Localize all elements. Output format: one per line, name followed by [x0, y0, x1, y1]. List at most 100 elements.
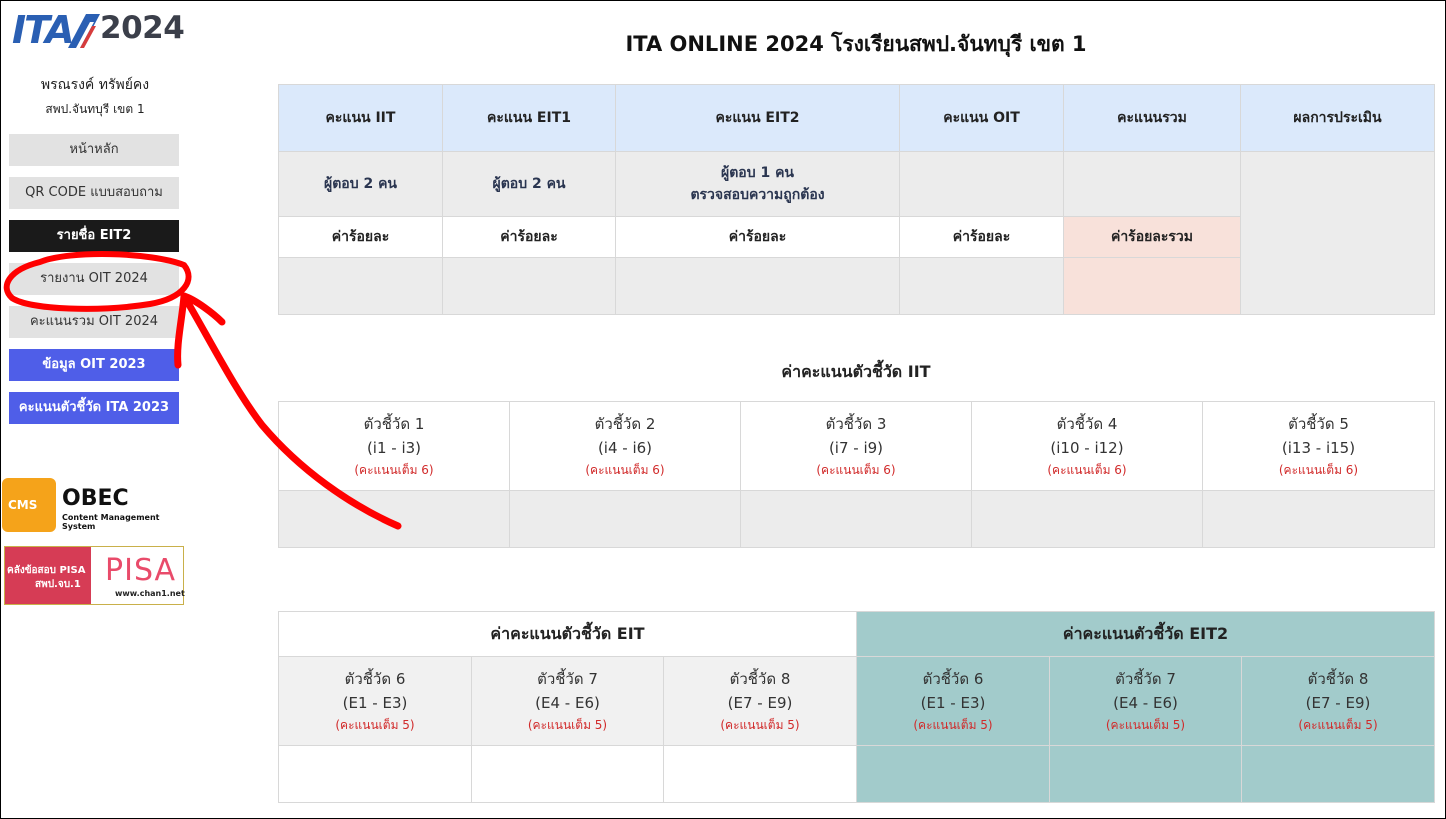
obec-cms-banner[interactable]: CMS OBEC Content Management System: [2, 478, 192, 534]
nav-qr-code[interactable]: QR CODE แบบสอบถาม: [9, 177, 179, 209]
indicator-range: (i13 - i15): [1281, 439, 1356, 457]
obec-subtitle: Content Management System: [62, 513, 160, 531]
indicator-name: ตัวชี้วัด 7: [537, 670, 598, 688]
eit2-percent-label: ค่าร้อยละ: [615, 216, 900, 258]
cms-letters: CMS: [8, 498, 38, 512]
indicator-full-score: (คะแนนเต็ม 5): [527, 718, 608, 732]
eit-indicator-6-value: [278, 745, 472, 803]
indicator-range: (E1 - E3): [342, 694, 408, 712]
pisa-line2: สพป.จบ.1: [35, 579, 81, 590]
eit1-percent-label: ค่าร้อยละ: [442, 216, 616, 258]
indicator-name: ตัวชี้วัด 4: [1056, 415, 1118, 433]
eit2-indicator-6-value: [856, 745, 1050, 803]
header-iit-score: คะแนน IIT: [278, 84, 443, 152]
eit-indicator-6: ตัวชี้วัด 6 (E1 - E3) (คะแนนเต็ม 5): [278, 656, 472, 746]
iit-indicator-4-value: [971, 490, 1203, 548]
eit2-verify-link[interactable]: ตรวจสอบความถูกต้อง: [690, 187, 824, 203]
nav-home[interactable]: หน้าหลัก: [9, 134, 179, 166]
indicator-range: (i1 - i3): [366, 439, 422, 457]
logo-year: 2024: [100, 10, 185, 46]
indicator-full-score: (คะแนนเต็ม 6): [816, 463, 896, 477]
cms-logo-icon: CMS: [2, 478, 56, 532]
iit-indicator-table: ตัวชี้วัด 1 (i1 - i3) (คะแนนเต็ม 6) ตัวช…: [278, 401, 1435, 548]
flag-icon: [68, 14, 100, 48]
eit2-indicator-6: ตัวชี้วัด 6 (E1 - E3) (คะแนนเต็ม 5): [856, 656, 1050, 746]
header-oit-score: คะแนน OIT: [899, 84, 1064, 152]
user-org: สพป.จันทบุรี เขต 1: [45, 102, 145, 116]
eit2-respondent-count: ผู้ตอบ 1 คน: [720, 165, 794, 181]
indicator-range: (E1 - E3): [920, 694, 986, 712]
total-percent-label: ค่าร้อยละรวม: [1063, 216, 1241, 258]
iit-indicator-2-value: [509, 490, 741, 548]
total-respondents: [1063, 151, 1241, 217]
eit-indicator-7: ตัวชี้วัด 7 (E4 - E6) (คะแนนเต็ม 5): [471, 656, 664, 746]
ita-logo[interactable]: ITA 2024: [12, 8, 185, 52]
pisa-word: PISA: [105, 553, 177, 588]
indicator-full-score: (คะแนนเต็ม 5): [1298, 718, 1378, 732]
score-summary-table: คะแนน IIT คะแนน EIT1 คะแนน EIT2 คะแนน OI…: [278, 84, 1435, 315]
eit2-indicator-7: ตัวชี้วัด 7 (E4 - E6) (คะแนนเต็ม 5): [1049, 656, 1242, 746]
eit2-indicator-8-value: [1240, 745, 1436, 803]
nav-oit-total-2024[interactable]: คะแนนรวม OIT 2024: [9, 306, 179, 338]
indicator-name: ตัวชี้วัด 6: [922, 670, 984, 688]
oit-percent-value: [899, 257, 1064, 315]
eit1-percent-value: [442, 257, 616, 315]
header-eit2-score: คะแนน EIT2: [615, 84, 900, 152]
iit-percent-value: [278, 257, 443, 315]
header-total-score: คะแนนรวม: [1063, 84, 1241, 152]
eit2-indicator-7-value: [1049, 745, 1242, 803]
pisa-url: www.chan1.net: [115, 589, 185, 598]
obec-title: OBEC: [62, 486, 129, 511]
iit-indicator-5-value: [1202, 490, 1435, 548]
iit-indicator-2: ตัวชี้วัด 2 (i4 - i6) (คะแนนเต็ม 6): [509, 401, 741, 491]
indicator-range: (i10 - i12): [1050, 439, 1124, 457]
indicator-name: ตัวชี้วัด 8: [729, 670, 791, 688]
indicator-range: (i7 - i9): [828, 439, 884, 457]
indicator-name: ตัวชี้วัด 3: [825, 415, 887, 433]
indicator-name: ตัวชี้วัด 1: [363, 415, 425, 433]
pisa-line1: คลังข้อสอบ PISA: [7, 565, 86, 576]
eit2-percent-value: [615, 257, 900, 315]
eit-indicator-8: ตัวชี้วัด 8 (E7 - E9) (คะแนนเต็ม 5): [663, 656, 857, 746]
indicator-full-score: (คะแนนเต็ม 6): [585, 463, 665, 477]
iit-indicator-4: ตัวชี้วัด 4 (i10 - i12) (คะแนนเต็ม 6): [971, 401, 1203, 491]
page-title: ITA ONLINE 2024 โรงเรียนสพป.จันทบุรี เขต…: [625, 32, 1087, 56]
iit-percent-label: ค่าร้อยละ: [278, 216, 443, 258]
indicator-full-score: (คะแนนเต็ม 5): [720, 718, 800, 732]
header-evaluation: ผลการประเมิน: [1240, 84, 1435, 152]
indicator-full-score: (คะแนนเต็ม 6): [1278, 463, 1359, 477]
nav-oit-report-2024[interactable]: รายงาน OIT 2024: [9, 263, 179, 295]
indicator-range: (E4 - E6): [1113, 694, 1178, 712]
indicator-name: ตัวชี้วัด 6: [344, 670, 406, 688]
oit-percent-label: ค่าร้อยละ: [899, 216, 1064, 258]
nav-eit2-list[interactable]: รายชื่อ EIT2: [9, 220, 179, 252]
header-eit1-score: คะแนน EIT1: [442, 84, 616, 152]
iit-indicator-3-value: [740, 490, 972, 548]
indicator-name: ตัวชี้วัด 5: [1288, 415, 1349, 433]
pisa-banner[interactable]: คลังข้อสอบ PISA สพป.จบ.1 PISA www.chan1.…: [4, 546, 185, 605]
iit-indicator-1-value: [278, 490, 510, 548]
eit2-section-title: ค่าคะแนนตัวชี้วัด EIT2: [855, 611, 1436, 657]
nav-oit-2023[interactable]: ข้อมูล OIT 2023: [9, 349, 179, 381]
eit-indicator-8-value: [663, 745, 857, 803]
eit-indicator-7-value: [471, 745, 664, 803]
pisa-label-block: คลังข้อสอบ PISA สพป.จบ.1: [5, 547, 91, 604]
indicator-full-score: (คะแนนเต็ม 5): [335, 718, 415, 732]
evaluation-result: [1240, 151, 1435, 315]
iit-indicator-1: ตัวชี้วัด 1 (i1 - i3) (คะแนนเต็ม 6): [278, 401, 510, 491]
indicator-full-score: (คะแนนเต็ม 6): [354, 463, 434, 477]
oit-respondents: [899, 151, 1064, 217]
indicator-range: (E7 - E9): [727, 694, 793, 712]
logo-brand: ITA: [12, 8, 75, 52]
nav-ita-indicators-2023[interactable]: คะแนนตัวชี้วัด ITA 2023: [9, 392, 179, 424]
indicator-full-score: (คะแนนเต็ม 6): [1047, 463, 1127, 477]
eit1-respondents: ผู้ตอบ 2 คน: [442, 151, 616, 217]
indicator-name: ตัวชี้วัด 2: [594, 415, 656, 433]
indicator-full-score: (คะแนนเต็ม 5): [1105, 718, 1186, 732]
iit-respondents: ผู้ตอบ 2 คน: [278, 151, 443, 217]
iit-indicator-5: ตัวชี้วัด 5 (i13 - i15) (คะแนนเต็ม 6): [1202, 401, 1435, 491]
indicator-name: ตัวชี้วัด 8: [1307, 670, 1369, 688]
indicator-range: (E4 - E6): [535, 694, 600, 712]
eit2-respondents: ผู้ตอบ 1 คน ตรวจสอบความถูกต้อง: [615, 151, 900, 217]
user-name: พรณรงค์ ทรัพย์คง: [40, 77, 150, 93]
